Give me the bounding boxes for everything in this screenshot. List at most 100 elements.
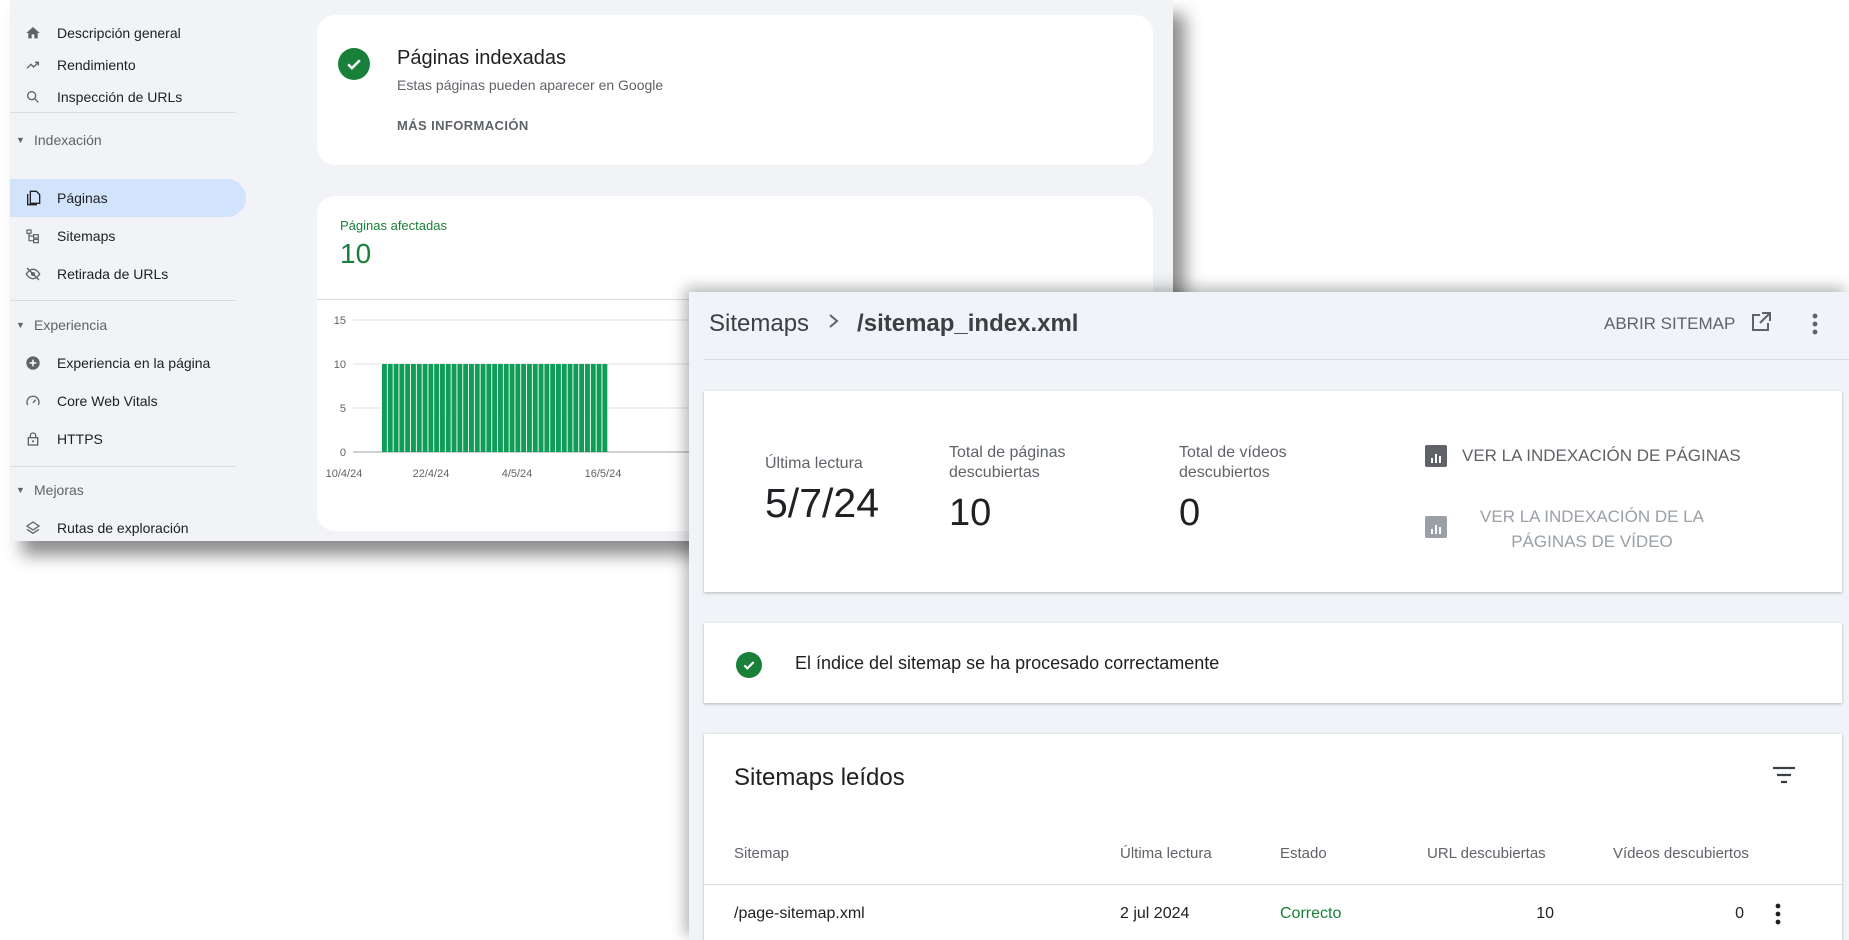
sidebar-item-label: Descripción general: [57, 25, 181, 41]
sitemap-detail-window: Sitemaps /sitemap_index.xml ABRIR SITEMA…: [689, 292, 1849, 940]
status-message: El índice del sitemap se ha procesado co…: [795, 653, 1220, 673]
sidebar-item-https[interactable]: HTTPS: [10, 420, 246, 458]
trending-up-icon: [24, 56, 42, 74]
home-icon: [24, 24, 42, 42]
bar: [544, 364, 550, 452]
videos-discovered-label-line2: descubiertos: [1179, 464, 1270, 481]
sidebar-item-label: Experiencia en la página: [57, 355, 211, 371]
pages-discovered-label-line1: Total de páginas: [949, 444, 1066, 461]
bar: [532, 364, 538, 452]
layers-icon: [24, 519, 42, 537]
sidebar-item-label: Core Web Vitals: [57, 393, 158, 409]
sitemap-icon: [24, 227, 42, 245]
bar: [556, 364, 561, 452]
cell-videos: 0: [1735, 905, 1744, 922]
chevron-right-icon: [827, 311, 841, 337]
view-video-indexing-link[interactable]: VER LA INDEXACIÓN DE LA PÁGINAS DE VÍDEO: [1425, 504, 1717, 554]
cell-urls: 10: [1536, 905, 1554, 922]
bar: [585, 364, 590, 452]
y-tick-label: 5: [340, 403, 346, 415]
bar: [527, 364, 532, 452]
column-header-videos[interactable]: Vídeos descubiertos: [1613, 845, 1749, 862]
indexed-pages-title: Páginas indexadas: [397, 47, 567, 69]
more-info-link[interactable]: MÁS INFORMACIÓN: [397, 118, 529, 133]
bar: [596, 364, 602, 452]
bar: [521, 364, 527, 452]
bar: [474, 364, 480, 452]
bar: [405, 364, 411, 452]
bar: [561, 364, 567, 452]
lock-icon: [24, 430, 42, 448]
visibility-off-icon: [24, 265, 42, 283]
check-circle-icon: [338, 48, 370, 80]
sidebar-item-label: Páginas: [57, 190, 108, 206]
last-read-value: 5/7/24: [765, 480, 879, 526]
bar: [469, 364, 474, 452]
breadcrumb-sitemaps-link[interactable]: Sitemaps: [709, 310, 809, 338]
x-tick-label: 4/5/24: [502, 468, 533, 480]
bar: [422, 364, 428, 452]
bar: [486, 364, 492, 452]
open-in-new-icon: [1749, 310, 1773, 339]
caret-down-icon: ▼: [16, 135, 25, 145]
bar: [573, 364, 579, 452]
x-tick-label: 16/5/24: [585, 468, 622, 480]
sidebar-section-title: Indexación: [34, 132, 102, 148]
videos-discovered-value: 0: [1179, 492, 1201, 534]
bar: [399, 364, 405, 452]
sidebar-item-pages[interactable]: Páginas: [10, 179, 246, 217]
bar: [382, 364, 387, 452]
column-header-urls[interactable]: URL descubiertas: [1427, 845, 1546, 862]
bar: [451, 364, 457, 452]
bar: [579, 364, 585, 452]
sidebar-item-url-inspection[interactable]: Inspección de URLs: [10, 78, 246, 116]
bar: [457, 364, 463, 452]
sidebar-item-breadcrumbs[interactable]: Rutas de exploración: [10, 509, 246, 541]
bar: [590, 364, 596, 452]
sidebar-item-label: Sitemaps: [57, 228, 116, 244]
view-page-indexing-link[interactable]: VER LA INDEXACIÓN DE PÁGINAS: [1425, 445, 1741, 467]
last-read-label: Última lectura: [765, 455, 863, 472]
bar: [416, 364, 422, 452]
table-header-divider: [704, 884, 1842, 885]
row-more-vert-icon[interactable]: [1766, 900, 1790, 928]
sidebar-item-page-experience[interactable]: Experiencia en la página: [10, 344, 246, 382]
view-video-indexing-label-line1: VER LA INDEXACIÓN DE LA: [1480, 507, 1704, 526]
open-sitemap-label: ABRIR SITEMAP: [1604, 314, 1736, 333]
sidebar-item-label: Rutas de exploración: [57, 520, 189, 536]
view-video-indexing-label: VER LA INDEXACIÓN DE LA PÁGINAS DE VÍDEO: [1467, 504, 1717, 554]
sidebar-item-label: HTTPS: [57, 431, 103, 447]
sitemap-stats-card: Última lectura 5/7/24 Total de páginas d…: [704, 391, 1842, 592]
sidebar-item-label: Inspección de URLs: [57, 89, 183, 105]
pages-discovered-label-line2: descubiertas: [949, 464, 1040, 481]
filter-icon[interactable]: [1769, 760, 1799, 790]
bar: [492, 364, 498, 452]
bar: [434, 364, 440, 452]
more-vert-icon[interactable]: [1803, 310, 1827, 338]
y-tick-label: 15: [334, 315, 346, 327]
bar: [428, 364, 434, 452]
sidebar-item-label: Retirada de URLs: [57, 266, 169, 282]
y-tick-label: 0: [340, 447, 346, 459]
column-header-sitemap[interactable]: Sitemap: [734, 845, 789, 862]
bar: [498, 364, 503, 452]
open-sitemap-button[interactable]: ABRIR SITEMAP: [1604, 306, 1773, 342]
bar: [515, 364, 521, 452]
cell-sitemap[interactable]: /page-sitemap.xml: [734, 905, 865, 923]
bar: [411, 364, 416, 452]
bar: [393, 364, 399, 452]
affected-pages-label: Páginas afectadas: [340, 218, 447, 233]
sidebar-item-sitemaps[interactable]: Sitemaps: [10, 217, 246, 255]
sidebar-item-core-web-vitals[interactable]: Core Web Vitals: [10, 382, 246, 420]
bar: [440, 364, 445, 452]
bar: [445, 364, 451, 452]
sidebar-item-url-removals[interactable]: Retirada de URLs: [10, 255, 246, 293]
sitemaps-read-title: Sitemaps leídos: [734, 764, 905, 791]
breadcrumb: Sitemaps /sitemap_index.xml: [709, 306, 1078, 342]
column-header-last-read[interactable]: Última lectura: [1120, 845, 1212, 862]
sidebar-divider: [10, 466, 236, 467]
sidebar-divider: [10, 300, 236, 301]
header-divider: [704, 359, 1849, 360]
bar: [387, 364, 393, 452]
column-header-status[interactable]: Estado: [1280, 845, 1327, 862]
